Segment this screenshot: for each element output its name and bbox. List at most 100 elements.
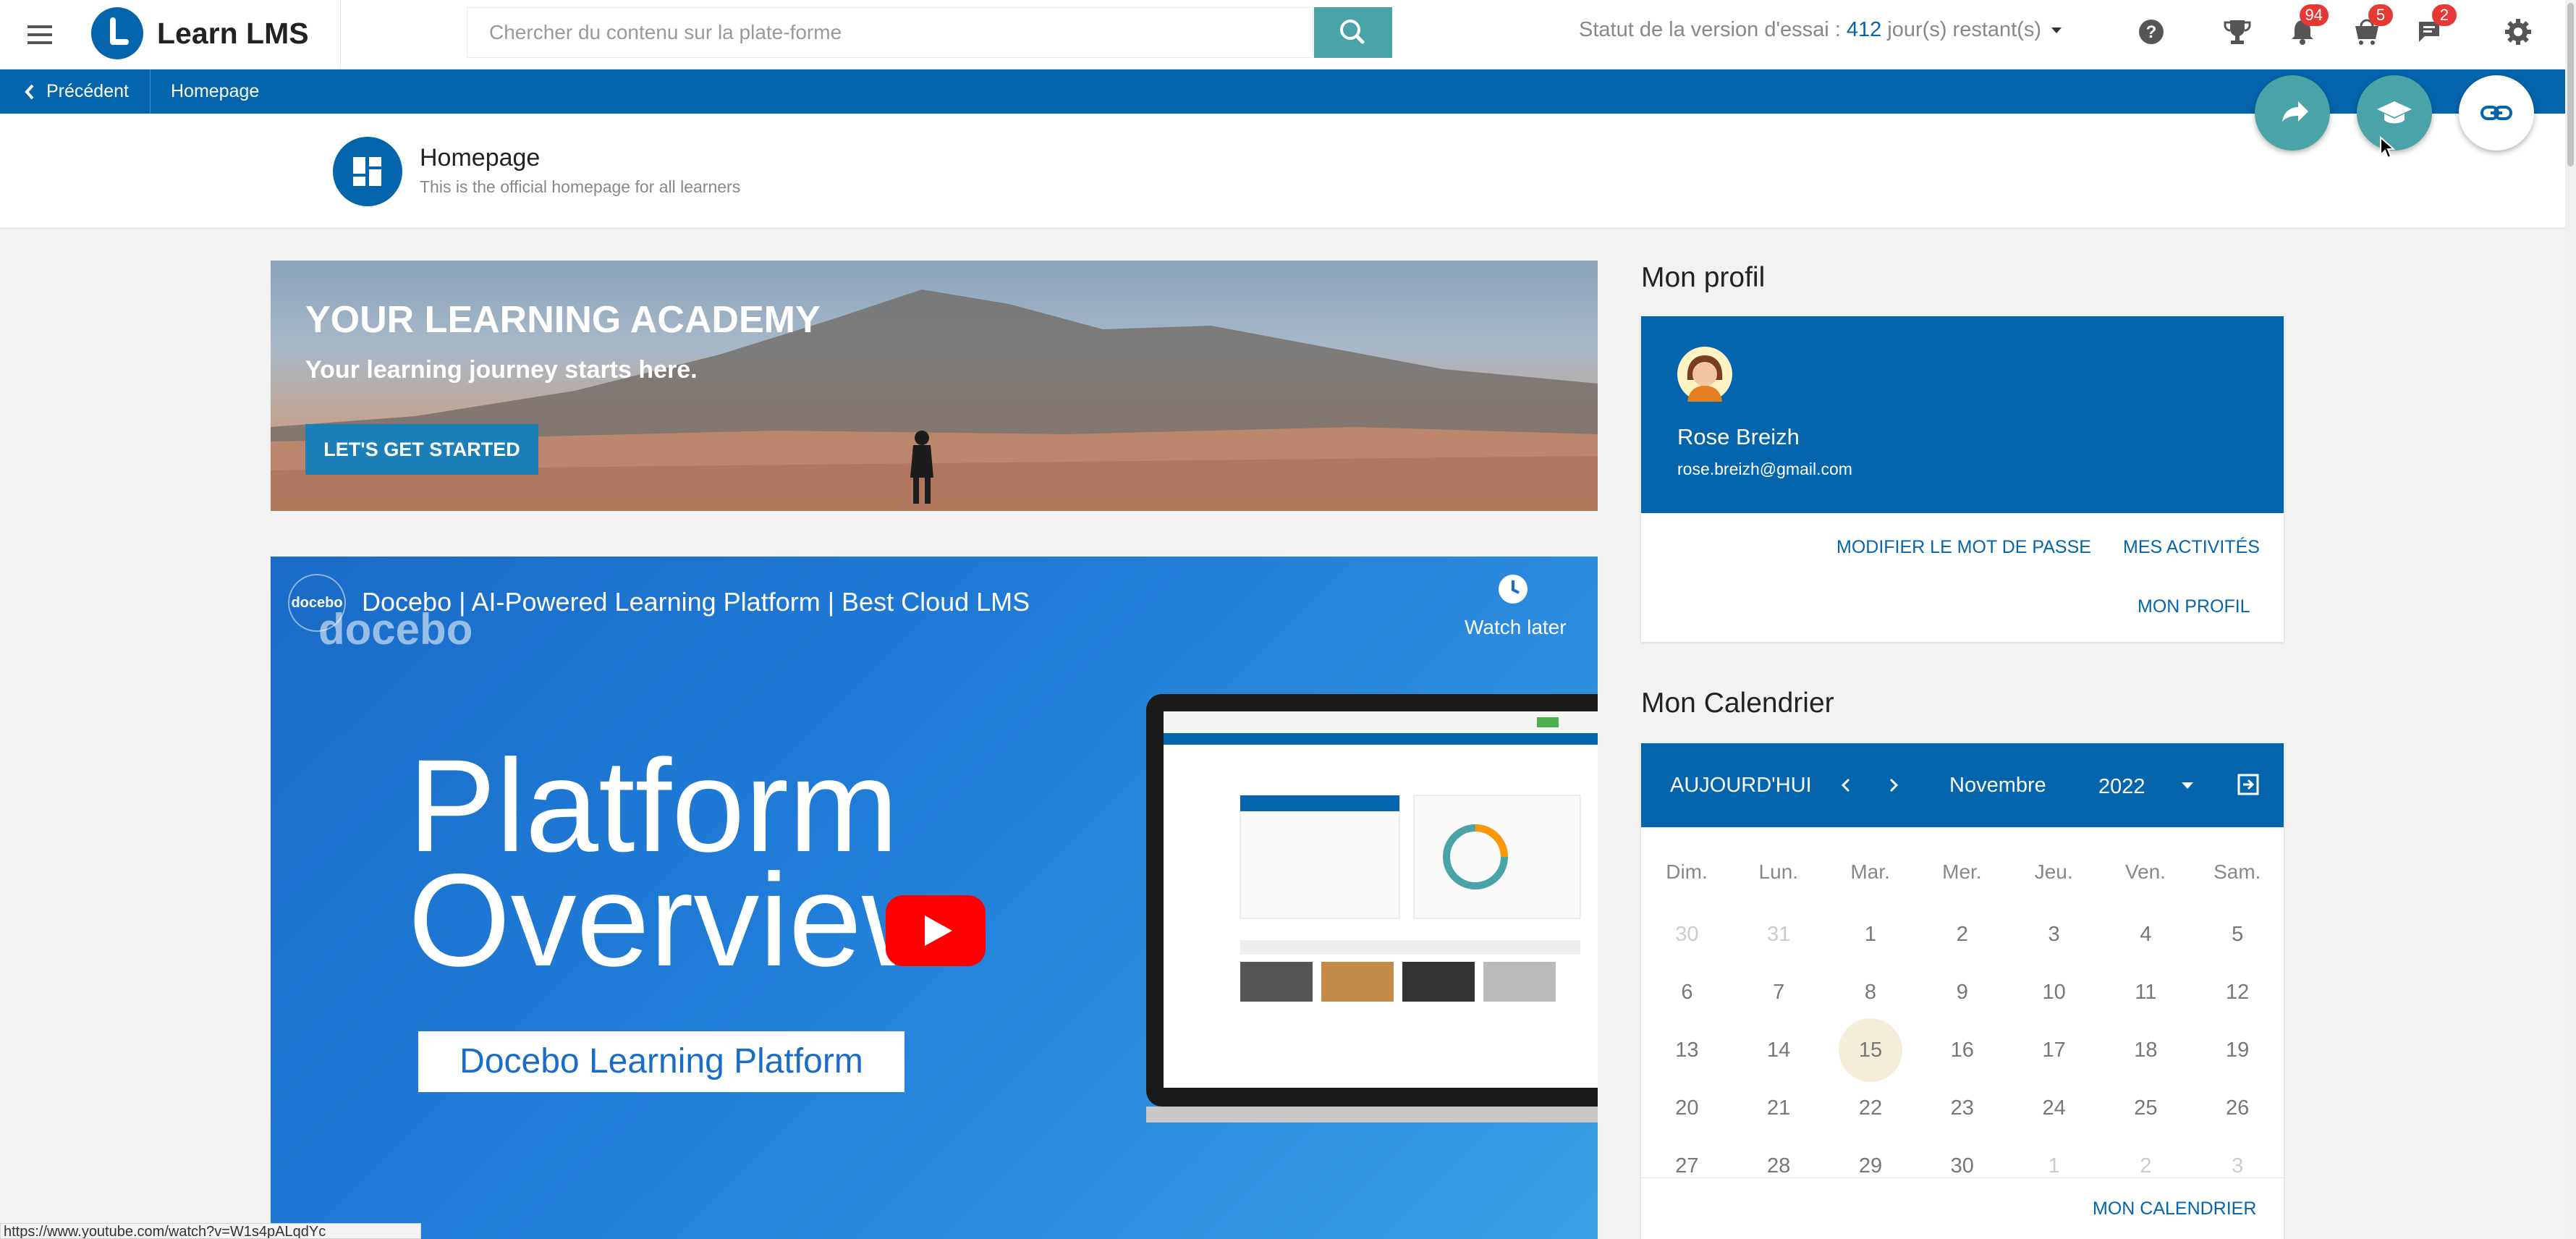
banner-subtitle: Your learning journey starts here. bbox=[305, 356, 698, 384]
profile-header: Rose Breizh rose.breizh@gmail.com bbox=[1641, 316, 2284, 513]
calendar-day[interactable]: 24 bbox=[2022, 1076, 2086, 1140]
calendar-day[interactable]: 8 bbox=[1839, 960, 1902, 1024]
chevron-left-icon[interactable] bbox=[1835, 774, 1857, 797]
menu-icon[interactable] bbox=[22, 18, 59, 51]
calendar-day[interactable]: 25 bbox=[2114, 1076, 2177, 1140]
calendar-day[interactable]: 19 bbox=[2206, 1018, 2269, 1082]
top-bar: Learn LMS Statut de la version d'essai :… bbox=[0, 0, 2565, 69]
calendar-day[interactable]: 13 bbox=[1655, 1018, 1719, 1082]
calendar-day[interactable]: 5 bbox=[2206, 902, 2269, 966]
calendar-day[interactable]: 7 bbox=[1747, 960, 1810, 1024]
back-button[interactable]: Précédent bbox=[0, 69, 151, 114]
cart-icon[interactable]: 5 bbox=[2347, 4, 2393, 52]
calendar-day[interactable]: 18 bbox=[2114, 1018, 2177, 1082]
calendar-day[interactable]: 1 bbox=[1839, 902, 1902, 966]
get-started-button[interactable]: LET'S GET STARTED bbox=[305, 424, 538, 475]
app-name: Learn LMS bbox=[157, 17, 309, 50]
laptop-illustration bbox=[1146, 694, 1598, 1122]
share-button[interactable] bbox=[2255, 75, 2330, 151]
page-title: Homepage bbox=[420, 144, 541, 172]
video-player[interactable]: docebo docebo Docebo | AI-Powered Learni… bbox=[271, 557, 1598, 1239]
calendar-day[interactable]: 26 bbox=[2206, 1076, 2269, 1140]
calendar-day[interactable]: 9 bbox=[1931, 960, 1994, 1024]
chat-icon[interactable]: 2 bbox=[2410, 4, 2457, 52]
watch-later-label[interactable]: Watch later bbox=[1465, 616, 1567, 639]
banner-title: YOUR LEARNING ACADEMY bbox=[305, 299, 821, 341]
calendar-day[interactable]: 30 bbox=[1655, 902, 1719, 966]
clock-icon[interactable] bbox=[1496, 572, 1530, 606]
bell-icon[interactable]: 94 bbox=[2282, 4, 2329, 52]
page-subtitle: This is the official homepage for all le… bbox=[420, 177, 741, 196]
link-status-bar: https://www.youtube.com/watch?v=W1s4pALq… bbox=[0, 1223, 421, 1239]
my-profile-link[interactable]: MON PROFIL bbox=[2138, 596, 2250, 617]
messages-badge: 2 bbox=[2432, 4, 2457, 26]
dashboard-icon bbox=[333, 137, 402, 206]
weekday-header: Mar. bbox=[1850, 860, 1890, 883]
gear-icon[interactable] bbox=[2498, 12, 2538, 52]
calendar-day[interactable]: 12 bbox=[2206, 960, 2269, 1024]
profile-card: Rose Breizh rose.breizh@gmail.com MODIFI… bbox=[1641, 316, 2284, 642]
video-title[interactable]: Docebo | AI-Powered Learning Platform | … bbox=[362, 587, 1030, 617]
calendar-day[interactable]: 31 bbox=[1747, 902, 1810, 966]
weekday-header: Jeu. bbox=[2034, 860, 2073, 883]
trial-prefix: Statut de la version d'essai : bbox=[1579, 18, 1847, 41]
profile-name: Rose Breizh bbox=[1677, 424, 1800, 449]
help-icon[interactable]: ? bbox=[2131, 12, 2172, 52]
change-password-link[interactable]: MODIFIER LE MOT DE PASSE bbox=[1836, 537, 2091, 558]
calendar-day[interactable]: 20 bbox=[1655, 1076, 1719, 1140]
year-select[interactable]: 2022 bbox=[2098, 775, 2145, 799]
brand[interactable]: Learn LMS bbox=[91, 0, 341, 69]
play-icon[interactable] bbox=[886, 895, 986, 966]
video-caption-box: Docebo Learning Platform bbox=[418, 1031, 904, 1092]
calendar-day[interactable]: 21 bbox=[1747, 1076, 1810, 1140]
my-calendar-link[interactable]: MON CALENDRIER bbox=[2093, 1198, 2256, 1219]
profile-email: rose.breizh@gmail.com bbox=[1677, 460, 1852, 478]
calendar-day[interactable]: 11 bbox=[2114, 960, 2177, 1024]
scrollbar-track[interactable] bbox=[2565, 0, 2576, 1239]
calendar-day[interactable]: 22 bbox=[1839, 1076, 1902, 1140]
trial-status[interactable]: Statut de la version d'essai : 412 jour(… bbox=[1579, 18, 2067, 42]
trial-days: 412 bbox=[1846, 18, 1882, 41]
month-label[interactable]: Novembre bbox=[1949, 774, 2046, 798]
export-icon[interactable] bbox=[2236, 772, 2261, 797]
calendar-day[interactable]: 6 bbox=[1655, 960, 1719, 1024]
weekday-header: Lun. bbox=[1758, 860, 1799, 883]
trophy-icon[interactable] bbox=[2217, 12, 2258, 52]
caret-down-icon[interactable] bbox=[2177, 775, 2198, 797]
page-header: Homepage This is the official homepage f… bbox=[0, 114, 2565, 229]
calendar-day[interactable]: 3 bbox=[2022, 902, 2086, 966]
video-headline: Platform Overview bbox=[408, 740, 957, 994]
weekday-header: Sam. bbox=[2213, 860, 2261, 883]
search-button[interactable] bbox=[1314, 7, 1392, 58]
calendar-day[interactable]: 23 bbox=[1931, 1076, 1994, 1140]
chevron-left-icon bbox=[25, 84, 34, 100]
video-headline-line2: Overview bbox=[408, 846, 957, 994]
link-button[interactable] bbox=[2459, 75, 2534, 151]
calendar-day-today[interactable]: 15 bbox=[1839, 1018, 1902, 1082]
brand-logo-icon bbox=[91, 7, 143, 59]
calendar-day[interactable]: 10 bbox=[2022, 960, 2086, 1024]
profile-section-title: Mon profil bbox=[1641, 262, 1766, 293]
calendar-footer: MON CALENDRIER bbox=[1641, 1177, 2284, 1239]
my-activities-link[interactable]: MES ACTIVITÉS bbox=[2123, 537, 2260, 558]
calendar-day[interactable]: 4 bbox=[2114, 902, 2177, 966]
weekday-header: Mer. bbox=[1942, 860, 1982, 883]
link-icon bbox=[2480, 106, 2512, 120]
calendar-toolbar: AUJOURD'HUI Novembre 2022 bbox=[1641, 743, 2284, 827]
search-input[interactable] bbox=[467, 7, 1313, 58]
calendar-day[interactable]: 14 bbox=[1747, 1018, 1810, 1082]
caret-down-icon bbox=[2051, 27, 2062, 33]
breadcrumb-bar: Précédent Homepage bbox=[0, 69, 2565, 114]
notifications-badge: 94 bbox=[2299, 4, 2329, 26]
calendar-day[interactable]: 2 bbox=[1931, 902, 1994, 966]
scrollbar-thumb[interactable] bbox=[2567, 3, 2574, 166]
weekday-header: Ven. bbox=[2124, 860, 2166, 883]
calendar-section-title: Mon Calendrier bbox=[1641, 688, 1834, 719]
search-icon bbox=[1340, 20, 1365, 44]
calendar-day[interactable]: 16 bbox=[1931, 1018, 1994, 1082]
avatar[interactable] bbox=[1677, 347, 1732, 402]
calendar-day[interactable]: 17 bbox=[2022, 1018, 2086, 1082]
hero-banner: YOUR LEARNING ACADEMY Your learning jour… bbox=[271, 261, 1598, 511]
chevron-right-icon[interactable] bbox=[1883, 774, 1905, 797]
today-button[interactable]: AUJOURD'HUI bbox=[1670, 774, 1812, 798]
